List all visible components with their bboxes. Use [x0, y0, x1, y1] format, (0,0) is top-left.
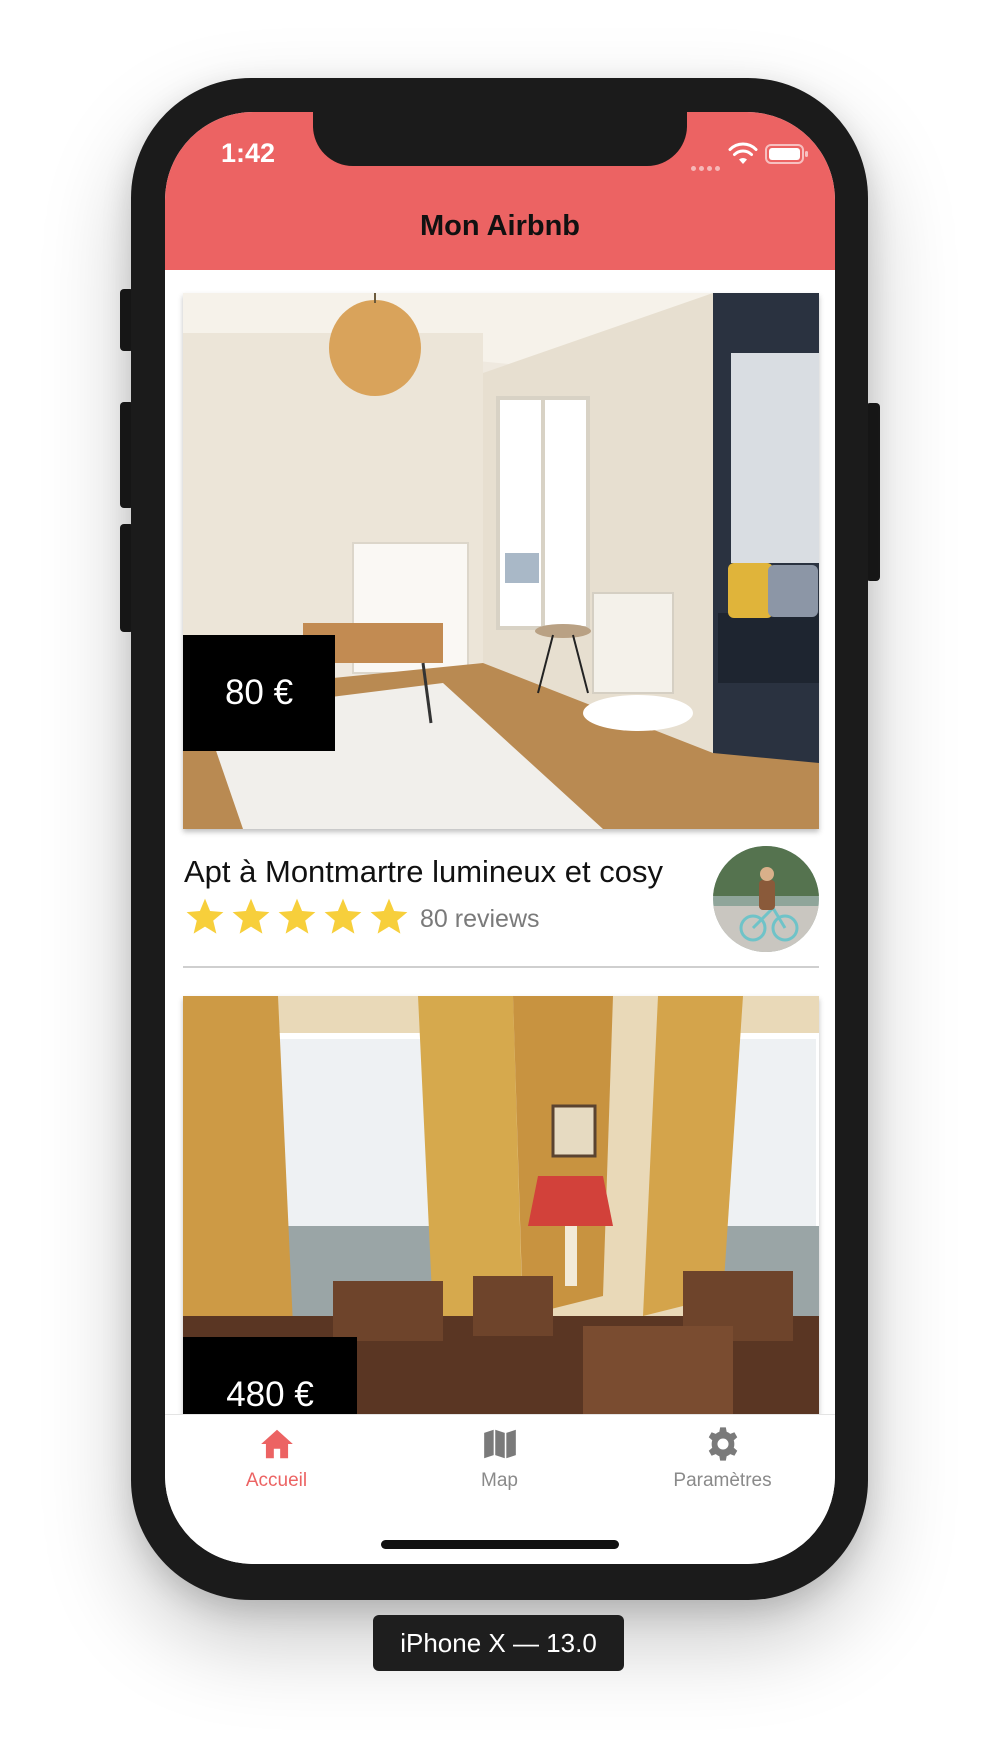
star-icon — [324, 898, 362, 934]
listing-title[interactable]: Apt à Montmartre lumineux et cosy — [184, 854, 663, 890]
listing-photo[interactable]: 80 € — [183, 293, 819, 829]
rating-stars — [184, 896, 410, 938]
battery-icon — [765, 144, 808, 164]
cellular-signal-icon — [691, 158, 723, 176]
listing-photo[interactable]: 480 € — [183, 996, 819, 1426]
star-icon — [278, 898, 316, 934]
star-icon — [370, 898, 408, 934]
app-header: 1:42 Mon Airbnb — [165, 112, 835, 270]
star-icon — [232, 898, 270, 934]
status-time: 1:42 — [221, 138, 276, 168]
phone-screen: 1:42 Mon Airbnb 80 € Apt à Montmartre lu… — [165, 112, 835, 1564]
host-avatar[interactable] — [713, 846, 819, 952]
price-badge: 80 € — [183, 635, 335, 751]
tab-label: Accueil — [245, 1470, 308, 1491]
home-icon — [260, 1429, 293, 1459]
home-indicator[interactable] — [381, 1540, 619, 1549]
tab-home[interactable]: Accueil — [165, 1415, 388, 1515]
star-icon — [186, 898, 224, 934]
power-button — [866, 403, 880, 581]
gear-icon — [708, 1427, 737, 1461]
reviews-count: 80 reviews — [420, 905, 540, 933]
tab-label: Map — [481, 1470, 518, 1491]
tab-label: Paramètres — [673, 1470, 772, 1491]
wifi-icon — [728, 142, 758, 164]
price-badge: 480 € — [183, 1337, 357, 1426]
page-title: Mon Airbnb — [420, 210, 580, 242]
tab-map[interactable]: Map — [388, 1415, 611, 1515]
notch — [313, 112, 687, 166]
map-icon — [483, 1429, 516, 1459]
listing-divider — [183, 966, 819, 968]
tab-settings[interactable]: Paramètres — [611, 1415, 834, 1515]
device-caption: iPhone X — 13.0 — [373, 1615, 624, 1671]
